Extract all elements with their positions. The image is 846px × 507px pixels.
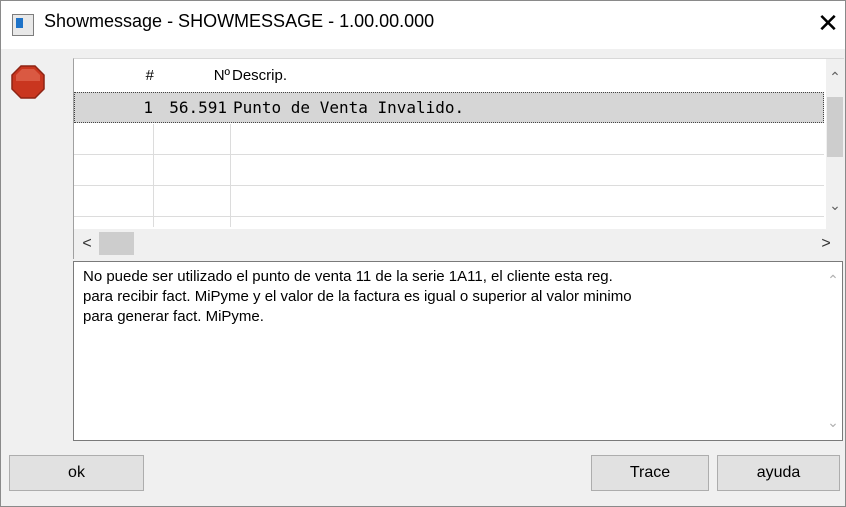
stop-sign-icon (11, 65, 45, 99)
trace-button[interactable]: Trace (591, 455, 709, 491)
column-divider (230, 124, 231, 227)
scroll-down-icon[interactable]: ⌄ (824, 414, 842, 431)
scroll-thumb[interactable] (827, 97, 843, 157)
scroll-up-icon[interactable]: ⌃ (826, 69, 844, 86)
column-number-header[interactable]: # (114, 67, 154, 84)
scroll-up-icon[interactable]: ⌃ (824, 272, 842, 289)
table-row-empty[interactable] (74, 124, 824, 155)
column-description-header[interactable]: Descrip. (232, 67, 287, 84)
messages-grid[interactable]: # Nº Descrip. 1 56.591 Punto de Venta In… (73, 58, 844, 259)
window-app-icon (12, 14, 34, 36)
row-number-cell: 1 (143, 98, 153, 117)
message-scrollbar[interactable]: ⌃ ⌄ (824, 262, 842, 440)
window-title: Showmessage - SHOWMESSAGE - 1.00.00.000 (44, 11, 435, 31)
message-line: para generar fact. MiPyme. (83, 308, 264, 325)
grid-horizontal-scrollbar[interactable]: < > (74, 229, 844, 259)
row-description-cell: Punto de Venta Invalido. (233, 98, 465, 117)
row-code-cell: 56.591 (169, 98, 227, 117)
grid-vertical-scrollbar[interactable]: ⌃ ⌄ (826, 59, 844, 229)
message-line: para recibir fact. MiPyme y el valor de … (83, 288, 632, 305)
horizontal-scroll-thumb[interactable] (99, 232, 134, 255)
grid-header: # Nº Descrip. (74, 59, 824, 92)
message-text: No puede ser utilizado el punto de venta… (83, 267, 803, 327)
help-button[interactable]: ayuda (717, 455, 840, 491)
message-line: No puede ser utilizado el punto de venta… (83, 268, 613, 285)
close-icon[interactable]: ✕ (813, 8, 843, 38)
column-code-header[interactable]: Nº (192, 67, 230, 84)
column-divider (153, 124, 154, 227)
table-row[interactable]: 1 56.591 Punto de Venta Invalido. (74, 92, 824, 123)
message-detail-box[interactable]: No puede ser utilizado el punto de venta… (73, 261, 843, 441)
ok-button[interactable]: ok (9, 455, 144, 491)
scroll-down-icon[interactable]: ⌄ (826, 197, 844, 214)
scroll-left-icon[interactable]: < (78, 235, 96, 253)
showmessage-window: Showmessage - SHOWMESSAGE - 1.00.00.000 … (0, 0, 846, 507)
table-row-empty[interactable] (74, 155, 824, 186)
title-bar: Showmessage - SHOWMESSAGE - 1.00.00.000 … (1, 1, 845, 49)
scroll-right-icon[interactable]: > (817, 235, 835, 253)
button-bar: ok Trace ayuda (1, 442, 845, 506)
table-row-empty[interactable] (74, 186, 824, 217)
